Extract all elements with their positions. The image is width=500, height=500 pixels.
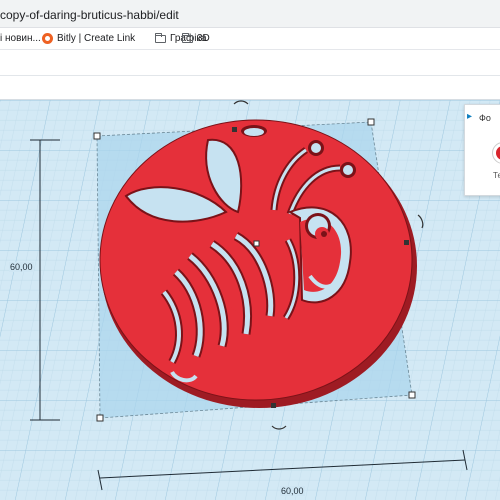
workplane-canvas[interactable]	[0, 100, 500, 500]
height-dimension-label[interactable]: 60,00	[9, 262, 34, 272]
address-bar-url[interactable]: copy-of-daring-bruticus-habbi/edit	[0, 8, 179, 22]
collapse-arrow-icon[interactable]: ▸	[467, 111, 472, 122]
workplane[interactable]: 60,00 60,00	[0, 100, 500, 500]
bookmark-3d-label: 3D	[197, 33, 210, 44]
folder-icon	[182, 32, 193, 43]
shape-properties-panel: ▸ Фо Те	[464, 104, 500, 196]
bitly-icon	[42, 33, 53, 44]
browser-address-bar[interactable]: copy-of-daring-bruticus-habbi/edit	[0, 0, 500, 28]
view-toolbar: ▼	[0, 76, 500, 171]
app-toolbar	[0, 50, 500, 76]
width-dimension-label[interactable]: 60,00	[280, 486, 305, 496]
bookmarks-bar: і новин... Bitly | Create Link Графіка 3…	[0, 28, 500, 50]
folder-icon	[155, 32, 166, 43]
bookmark-news-label: і новин...	[0, 33, 41, 44]
color-label: Те	[493, 171, 500, 180]
bookmark-bitly[interactable]: Bitly | Create Link	[42, 33, 135, 44]
color-swatch-button[interactable]	[492, 142, 500, 164]
bookmark-news[interactable]: і новин...	[0, 33, 41, 44]
panel-title: Фо	[479, 113, 491, 123]
bookmark-bitly-label: Bitly | Create Link	[57, 33, 136, 44]
bookmark-folder-3d[interactable]: 3D	[182, 32, 210, 44]
